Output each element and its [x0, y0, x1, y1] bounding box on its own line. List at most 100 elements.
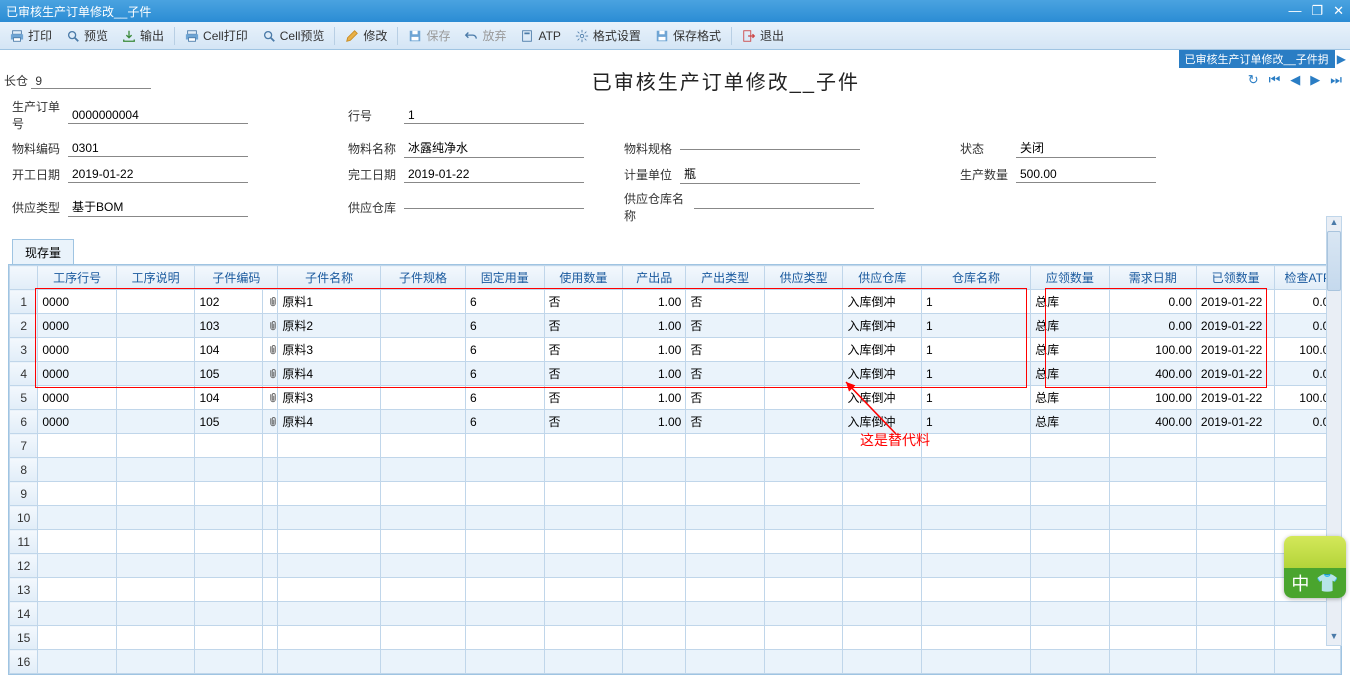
cell[interactable]	[466, 626, 545, 650]
cell[interactable]: 否	[544, 386, 623, 410]
cell[interactable]	[116, 410, 195, 434]
table-row[interactable]: 14	[10, 602, 1341, 626]
cell[interactable]	[116, 578, 195, 602]
cell[interactable]	[195, 554, 263, 578]
cell[interactable]	[278, 458, 381, 482]
col-header-4[interactable]: 子件规格	[380, 266, 465, 290]
cell[interactable]	[195, 626, 263, 650]
cell[interactable]	[380, 314, 465, 338]
order-no-value[interactable]: 0000000004	[68, 107, 248, 124]
cell[interactable]	[1196, 554, 1275, 578]
cell[interactable]: 1	[922, 314, 1031, 338]
cell[interactable]	[380, 602, 465, 626]
cell[interactable]: 105	[195, 410, 263, 434]
cell[interactable]	[1109, 602, 1196, 626]
cell[interactable]	[38, 458, 117, 482]
cell[interactable]	[1196, 626, 1275, 650]
cell[interactable]: 1	[922, 290, 1031, 314]
col-header-8[interactable]: 产出类型	[686, 266, 765, 290]
cell[interactable]	[116, 506, 195, 530]
cell[interactable]	[263, 314, 278, 338]
cell[interactable]	[278, 578, 381, 602]
cell[interactable]	[544, 626, 623, 650]
cell[interactable]	[380, 578, 465, 602]
cell[interactable]	[466, 434, 545, 458]
cell[interactable]: 0000	[38, 314, 117, 338]
cell[interactable]	[116, 650, 195, 674]
cell[interactable]	[686, 482, 765, 506]
cell[interactable]	[1031, 578, 1110, 602]
cell[interactable]	[38, 506, 117, 530]
export-button[interactable]: 输出	[116, 25, 170, 46]
cell[interactable]	[922, 434, 1031, 458]
cell[interactable]	[544, 506, 623, 530]
minimize-icon[interactable]: —	[1288, 3, 1301, 19]
cell[interactable]	[195, 458, 263, 482]
scroll-down-icon[interactable]: ▼	[1327, 631, 1341, 645]
cell[interactable]: 否	[544, 338, 623, 362]
cell[interactable]	[1031, 554, 1110, 578]
mat-name-value[interactable]: 冰露纯净水	[404, 138, 584, 158]
print-button[interactable]: 打印	[4, 25, 58, 46]
cell[interactable]	[263, 410, 278, 434]
close-icon[interactable]: ✕	[1333, 3, 1344, 19]
cell[interactable]	[38, 554, 117, 578]
cell[interactable]	[380, 410, 465, 434]
cell[interactable]	[116, 482, 195, 506]
cell[interactable]	[623, 482, 686, 506]
cell[interactable]	[764, 482, 843, 506]
uom-value[interactable]: 瓶	[680, 164, 860, 184]
attachment-icon[interactable]	[267, 343, 278, 357]
cell[interactable]: 100.00	[1109, 338, 1196, 362]
cell[interactable]	[116, 314, 195, 338]
cell[interactable]: 入库倒冲	[843, 410, 922, 434]
cell[interactable]	[764, 410, 843, 434]
cell[interactable]	[278, 530, 381, 554]
cell[interactable]	[263, 530, 278, 554]
cell[interactable]	[278, 650, 381, 674]
cell[interactable]: 否	[544, 290, 623, 314]
cell[interactable]: 原料2	[278, 314, 381, 338]
prev-icon[interactable]: ◀	[1290, 72, 1300, 88]
table-row[interactable]: 13	[10, 578, 1341, 602]
cell[interactable]	[263, 434, 278, 458]
cell[interactable]: 总库	[1031, 386, 1110, 410]
format-button[interactable]: 格式设置	[569, 25, 647, 46]
cell[interactable]: 0000	[38, 338, 117, 362]
cell[interactable]: 1	[922, 362, 1031, 386]
table-row[interactable]: 50000104原料36否1.00否入库倒冲1总库100.002019-01-2…	[10, 386, 1341, 410]
cell[interactable]	[623, 434, 686, 458]
cell[interactable]	[1031, 434, 1110, 458]
cell[interactable]: 总库	[1031, 314, 1110, 338]
table-row[interactable]: 10000102原料16否1.00否入库倒冲1总库0.002019-01-220…	[10, 290, 1341, 314]
cell[interactable]	[38, 530, 117, 554]
cell[interactable]: 入库倒冲	[843, 362, 922, 386]
cell[interactable]: 原料1	[278, 290, 381, 314]
cell[interactable]	[922, 578, 1031, 602]
cell[interactable]	[1109, 578, 1196, 602]
start-date-value[interactable]: 2019-01-22	[68, 166, 248, 183]
cell[interactable]	[544, 530, 623, 554]
cell[interactable]	[623, 506, 686, 530]
cell[interactable]	[380, 530, 465, 554]
preview-button[interactable]: 预览	[60, 25, 114, 46]
attachment-icon[interactable]	[267, 319, 278, 333]
cell[interactable]	[380, 506, 465, 530]
cell[interactable]	[544, 458, 623, 482]
cell[interactable]	[1109, 458, 1196, 482]
cell[interactable]: 原料4	[278, 410, 381, 434]
cell[interactable]	[263, 602, 278, 626]
col-header-3[interactable]: 子件名称	[278, 266, 381, 290]
cell[interactable]	[380, 650, 465, 674]
cell[interactable]	[544, 482, 623, 506]
tab-stock[interactable]: 现存量	[12, 239, 74, 265]
tag-next-icon[interactable]: ▶	[1337, 52, 1346, 66]
scroll-up-icon[interactable]: ▲	[1327, 217, 1341, 231]
cell[interactable]	[922, 458, 1031, 482]
cellpreview-button[interactable]: Cell预览	[256, 25, 331, 46]
cell[interactable]	[1031, 650, 1110, 674]
cell[interactable]: 6	[466, 314, 545, 338]
cell[interactable]	[380, 338, 465, 362]
cell[interactable]: 102	[195, 290, 263, 314]
cell[interactable]	[380, 290, 465, 314]
